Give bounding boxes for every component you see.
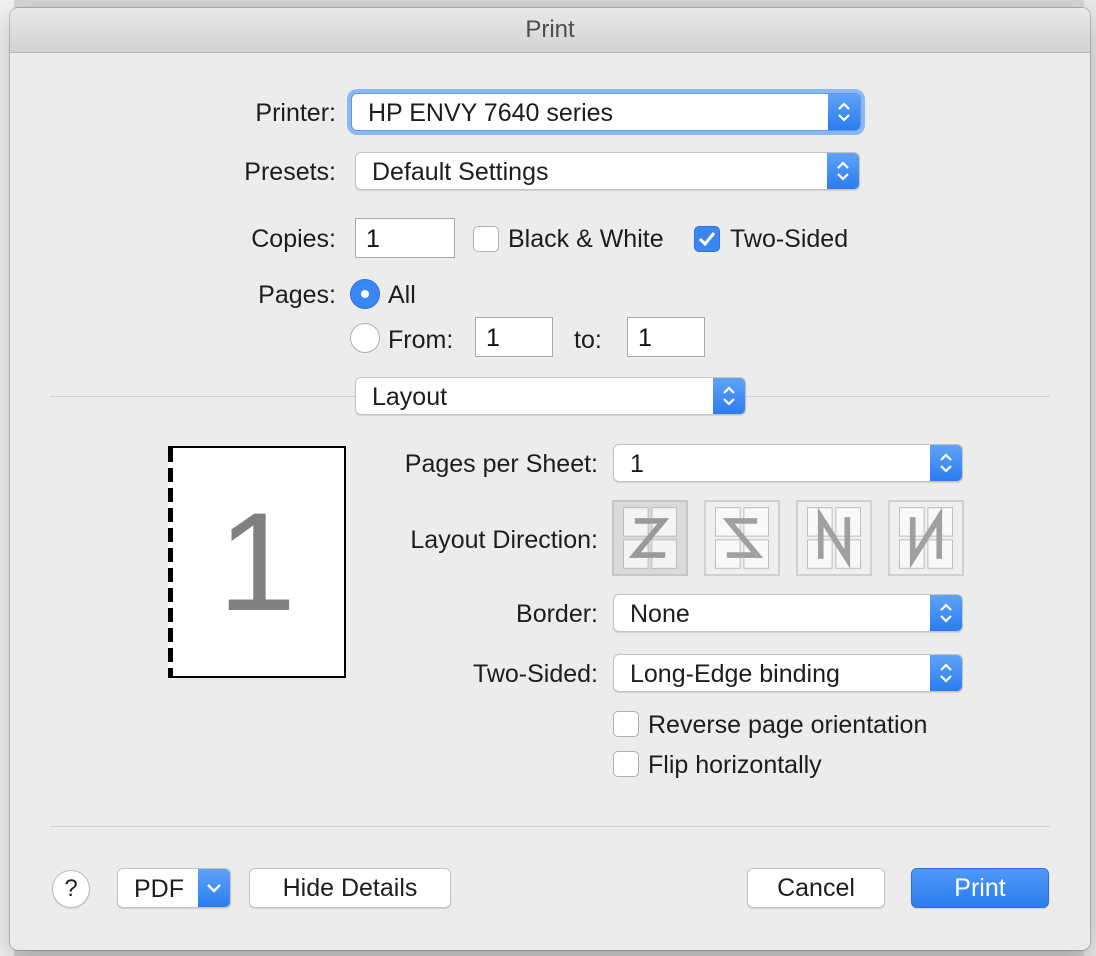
reverse-orientation-label: Reverse page orientation	[648, 711, 928, 739]
chevron-updown-icon	[827, 153, 859, 189]
two-sided-binding-value: Long-Edge binding	[630, 660, 840, 688]
pages-label: Pages:	[258, 281, 336, 309]
page-preview: 1	[168, 446, 346, 678]
pages-to-label: to:	[574, 326, 602, 354]
pages-all-label: All	[388, 281, 416, 309]
pages-all-radio[interactable]	[350, 279, 380, 309]
two-sided-binding-label: Two-Sided:	[472, 660, 598, 688]
n-direction-icon	[899, 507, 953, 569]
flip-horizontally-label: Flip horizontally	[648, 751, 822, 779]
presets-label: Presets:	[244, 158, 336, 186]
printer-value: HP ENVY 7640 series	[368, 99, 614, 127]
layout-direction-z-button[interactable]	[612, 500, 688, 576]
chevron-updown-icon	[828, 94, 860, 130]
pages-to-field[interactable]: 1	[627, 317, 705, 357]
printer-popup[interactable]: HP ENVY 7640 series	[351, 93, 861, 131]
pages-per-sheet-label: Pages per Sheet:	[404, 450, 598, 478]
z-direction-icon	[623, 507, 677, 569]
footer-divider	[50, 826, 1050, 827]
border-label: Border:	[516, 600, 598, 628]
copies-field[interactable]: 1	[355, 218, 455, 258]
cancel-button[interactable]: Cancel	[747, 868, 885, 908]
pages-per-sheet-popup[interactable]: 1	[613, 444, 963, 482]
black-white-label: Black & White	[508, 225, 664, 253]
border-value: None	[630, 600, 690, 628]
two-sided-checkbox[interactable]	[694, 226, 720, 252]
layout-direction-n-button[interactable]	[888, 500, 964, 576]
pages-per-sheet-value: 1	[630, 450, 644, 478]
section-popup[interactable]: Layout	[355, 377, 746, 415]
print-button[interactable]: Print	[911, 868, 1049, 908]
pages-from-field[interactable]: 1	[475, 317, 553, 357]
section-value: Layout	[372, 383, 448, 411]
help-button[interactable]: ?	[52, 870, 90, 908]
reverse-z-direction-icon	[715, 507, 769, 569]
layout-direction-reverse-n-button[interactable]	[796, 500, 872, 576]
two-sided-label: Two-Sided	[730, 225, 849, 253]
checkmark-icon	[698, 232, 716, 247]
layout-direction-label: Layout Direction:	[410, 526, 598, 554]
chevron-updown-icon	[930, 445, 962, 481]
reverse-n-direction-icon	[807, 507, 861, 569]
flip-horizontally-checkbox[interactable]	[613, 751, 639, 777]
pdf-menu-button[interactable]: PDF	[117, 868, 231, 908]
chevron-updown-icon	[930, 655, 962, 691]
window-title: Print	[10, 8, 1090, 53]
pages-from-label: From:	[388, 326, 454, 354]
two-sided-binding-popup[interactable]: Long-Edge binding	[613, 654, 963, 692]
chevron-down-icon	[198, 869, 230, 907]
layout-direction-reverse-z-button[interactable]	[704, 500, 780, 576]
border-popup[interactable]: None	[613, 594, 963, 632]
preview-page-number: 1	[218, 483, 296, 640]
copies-label: Copies:	[251, 225, 336, 253]
pdf-label: PDF	[134, 875, 184, 903]
chevron-updown-icon	[713, 378, 745, 414]
print-dialog: Print Printer: HP ENVY 7640 series Prese…	[10, 8, 1090, 950]
printer-label: Printer:	[255, 99, 336, 127]
chevron-updown-icon	[930, 595, 962, 631]
black-white-checkbox[interactable]	[473, 226, 499, 252]
presets-value: Default Settings	[372, 158, 549, 186]
reverse-orientation-checkbox[interactable]	[613, 711, 639, 737]
hide-details-button[interactable]: Hide Details	[249, 868, 451, 908]
presets-popup[interactable]: Default Settings	[355, 152, 860, 190]
pages-range-radio[interactable]	[350, 323, 380, 353]
